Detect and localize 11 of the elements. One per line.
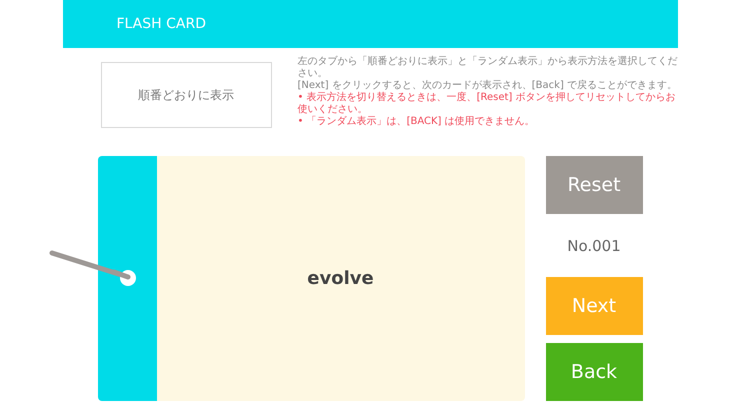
reset-button[interactable]: Reset	[546, 156, 642, 214]
warning-text: • 表示方法を切り替えるときは、一度、[Reset] ボタンを押してリセットしてからお使いください。	[298, 92, 676, 116]
display-mode-tab[interactable]: 順番どおりに表示	[100, 62, 272, 128]
next-button[interactable]: Next	[546, 277, 642, 335]
card-word: evolve	[307, 268, 374, 289]
warning-text: • 「ランダム表示」は、[BACK] は使用できません。	[298, 116, 536, 128]
instruction-text: 左のタブから「順番どおりに表示」と「ランダム表示」から表示方法を選択してください。	[298, 56, 678, 80]
back-button[interactable]: Back	[546, 343, 642, 401]
app-title: FLASH CARD	[116, 16, 206, 32]
instruction-text: [Next] をクリックすると、次のカードが表示され、[Back] で戻ることができます。	[298, 80, 678, 92]
card-number: No.001	[566, 236, 622, 256]
